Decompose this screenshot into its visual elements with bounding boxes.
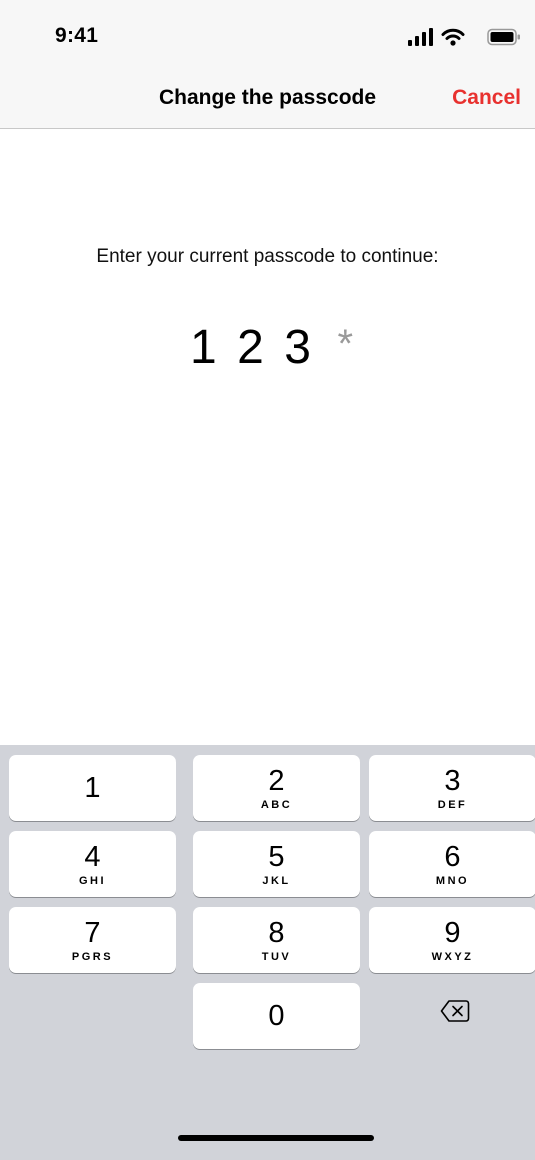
key-number: 5 xyxy=(268,841,285,873)
key-number: 9 xyxy=(444,917,461,949)
delete-backspace-icon xyxy=(440,1000,470,1022)
key-8[interactable]: 8 TUV xyxy=(193,907,360,973)
key-number: 0 xyxy=(268,1000,285,1032)
key-number: 7 xyxy=(84,917,101,949)
signal-icon xyxy=(408,28,433,46)
status-bar: 9:41 xyxy=(0,0,535,80)
status-time: 9:41 xyxy=(55,24,99,47)
key-9[interactable]: 9 WXYZ xyxy=(369,907,535,973)
key-4[interactable]: 4 GHI xyxy=(9,831,176,897)
home-indicator[interactable] xyxy=(178,1135,374,1141)
battery-icon xyxy=(487,28,521,46)
key-letters: GHI xyxy=(78,875,107,887)
passcode-digit: 3 xyxy=(284,321,311,374)
key-letters: DEF xyxy=(437,799,468,811)
key-letters: JKL xyxy=(262,875,291,887)
key-number: 1 xyxy=(84,772,101,804)
passcode-prompt: Enter your current passcode to continue: xyxy=(96,246,439,267)
key-0[interactable]: 0 xyxy=(193,983,360,1049)
key-6[interactable]: 6 MNO xyxy=(369,831,535,897)
wifi-icon xyxy=(441,28,465,46)
key-letters: PGRS xyxy=(71,951,114,963)
navigation-bar: Change the passcode Cancel xyxy=(0,80,535,129)
key-2[interactable]: 2 ABC xyxy=(193,755,360,821)
passcode-digit: 1 xyxy=(189,321,217,374)
key-number: 8 xyxy=(268,917,285,949)
cancel-button[interactable]: Cancel xyxy=(452,86,521,110)
passcode-placeholder: * xyxy=(337,322,354,366)
passcode-display: 1 2 3 * xyxy=(0,318,535,378)
key-number: 3 xyxy=(444,765,461,797)
key-7[interactable]: 7 PGRS xyxy=(9,907,176,973)
delete-button[interactable] xyxy=(370,978,535,1044)
passcode-digit: 2 xyxy=(237,321,264,374)
key-number: 4 xyxy=(84,841,101,873)
key-number: 2 xyxy=(268,765,285,797)
key-number: 6 xyxy=(444,841,461,873)
key-3[interactable]: 3 DEF xyxy=(369,755,535,821)
key-letters: MNO xyxy=(435,875,470,887)
key-letters: WXYZ xyxy=(431,951,474,963)
key-1[interactable]: 1 xyxy=(9,755,176,821)
numeric-keypad: 1 2 ABC 3 DEF 4 GHI 5 JKL 6 MNO 7 PGRS 8… xyxy=(0,745,535,1160)
key-letters: ABC xyxy=(260,799,293,811)
key-5[interactable]: 5 JKL xyxy=(193,831,360,897)
key-letters: TUV xyxy=(261,951,292,963)
